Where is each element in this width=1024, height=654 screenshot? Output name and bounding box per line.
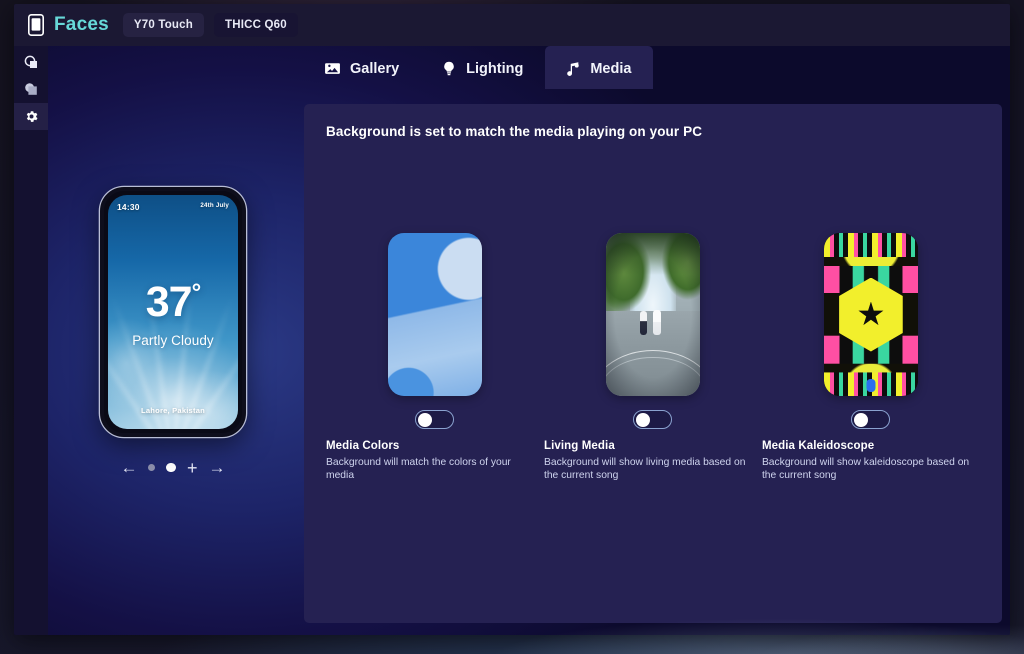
tab-gallery[interactable]: Gallery bbox=[304, 46, 421, 89]
app-window: Faces Y70 Touch THICC Q60 14:30 24th Jul… bbox=[14, 4, 1010, 635]
phone-date: 24th July bbox=[200, 201, 229, 209]
media-colors-title: Media Colors bbox=[326, 440, 400, 452]
media-colors-thumb[interactable] bbox=[387, 233, 482, 396]
media-kaleidoscope-toggle[interactable] bbox=[851, 410, 891, 429]
media-kaleidoscope-thumb[interactable] bbox=[823, 233, 918, 396]
arrow-right-icon[interactable]: → bbox=[209, 459, 226, 476]
pager-dot-2[interactable] bbox=[166, 462, 176, 473]
sidebar-item-devices[interactable] bbox=[14, 49, 48, 76]
shape-circle-square-icon bbox=[24, 55, 39, 70]
phone-time: 14:30 bbox=[117, 201, 140, 212]
toggle-knob bbox=[854, 412, 869, 427]
sidebar-rail bbox=[14, 46, 48, 635]
panel-heading: Background is set to match the media pla… bbox=[326, 124, 703, 139]
media-options-list: Media Colors Background will match the c… bbox=[326, 145, 980, 482]
desktop-background: Faces Y70 Touch THICC Q60 14:30 24th Jul… bbox=[0, 0, 1024, 654]
main-stage: 14:30 24th July 37° Partly Cloudy Lahore… bbox=[48, 46, 1010, 635]
device-tab-y70-touch[interactable]: Y70 Touch bbox=[122, 13, 204, 37]
plus-icon[interactable]: + bbox=[187, 459, 198, 477]
phone-preview-frame[interactable]: 14:30 24th July 37° Partly Cloudy Lahore… bbox=[100, 186, 246, 437]
pager-dot-1[interactable] bbox=[148, 464, 156, 471]
phone-temperature: 37° bbox=[108, 277, 238, 326]
tab-lighting[interactable]: Lighting bbox=[421, 46, 545, 89]
sidebar-item-settings[interactable] bbox=[14, 103, 48, 130]
phone-weather-block: 37° Partly Cloudy bbox=[108, 277, 238, 348]
media-colors-description: Background will match the colors of your… bbox=[326, 457, 511, 482]
music-note-icon bbox=[565, 60, 581, 77]
content-column: Gallery Lighting Media Background is set… bbox=[298, 46, 1010, 635]
media-kaleidoscope-toggle-row bbox=[762, 410, 980, 429]
preview-pager: ← + → bbox=[120, 459, 225, 477]
media-colors-card: Media Colors Background will match the c… bbox=[326, 233, 544, 482]
toggle-knob bbox=[418, 412, 433, 427]
toggle-knob bbox=[636, 412, 651, 427]
tab-bar: Gallery Lighting Media bbox=[304, 46, 654, 89]
living-media-title: Living Media bbox=[543, 440, 615, 452]
sidebar-item-faces[interactable] bbox=[14, 76, 48, 103]
phone-location: Lahore, Pakistan bbox=[141, 405, 205, 415]
phone-screen: 14:30 24th July 37° Partly Cloudy Lahore… bbox=[108, 194, 238, 429]
window-body: 14:30 24th July 37° Partly Cloudy Lahore… bbox=[14, 46, 1010, 635]
tab-lighting-label: Lighting bbox=[466, 60, 524, 77]
device-preview-column: 14:30 24th July 37° Partly Cloudy Lahore… bbox=[48, 46, 298, 635]
device-tab-thicc-q60[interactable]: THICC Q60 bbox=[213, 13, 298, 37]
tab-media-label: Media bbox=[590, 60, 632, 77]
media-kaleidoscope-description: Background will show kaleidoscope based … bbox=[761, 457, 970, 482]
living-media-toggle[interactable] bbox=[633, 410, 673, 429]
tab-media[interactable]: Media bbox=[545, 46, 654, 89]
image-icon bbox=[324, 60, 341, 77]
media-kaleidoscope-title: Media Kaleidoscope bbox=[761, 440, 875, 452]
phone-condition: Partly Cloudy bbox=[132, 332, 214, 348]
media-panel: Background is set to match the media pla… bbox=[304, 104, 1002, 623]
bulb-icon bbox=[441, 60, 457, 77]
living-media-thumb-wrap bbox=[544, 233, 762, 396]
media-kaleidoscope-thumb-wrap bbox=[762, 233, 980, 396]
living-media-toggle-row bbox=[544, 410, 762, 429]
media-colors-toggle[interactable] bbox=[415, 410, 455, 429]
media-colors-toggle-row bbox=[326, 410, 544, 429]
phone-icon bbox=[28, 14, 44, 36]
arrow-left-icon[interactable]: ← bbox=[120, 459, 137, 476]
living-media-thumb[interactable] bbox=[605, 233, 700, 396]
shape-circle-square-filled-icon bbox=[24, 82, 39, 97]
gear-icon bbox=[24, 109, 39, 124]
living-media-description: Background will show living media based … bbox=[543, 457, 746, 482]
media-kaleidoscope-card: Media Kaleidoscope Background will show … bbox=[762, 233, 980, 482]
title-bar: Faces Y70 Touch THICC Q60 bbox=[14, 4, 1010, 46]
degree-symbol: ° bbox=[191, 279, 202, 307]
living-media-card: Living Media Background will show living… bbox=[544, 233, 762, 482]
phone-temperature-value: 37 bbox=[145, 277, 193, 326]
app-title: Faces bbox=[54, 14, 109, 35]
media-colors-thumb-wrap bbox=[326, 233, 544, 396]
tab-gallery-label: Gallery bbox=[350, 60, 400, 77]
phone-status-bar: 14:30 24th July bbox=[108, 202, 238, 212]
